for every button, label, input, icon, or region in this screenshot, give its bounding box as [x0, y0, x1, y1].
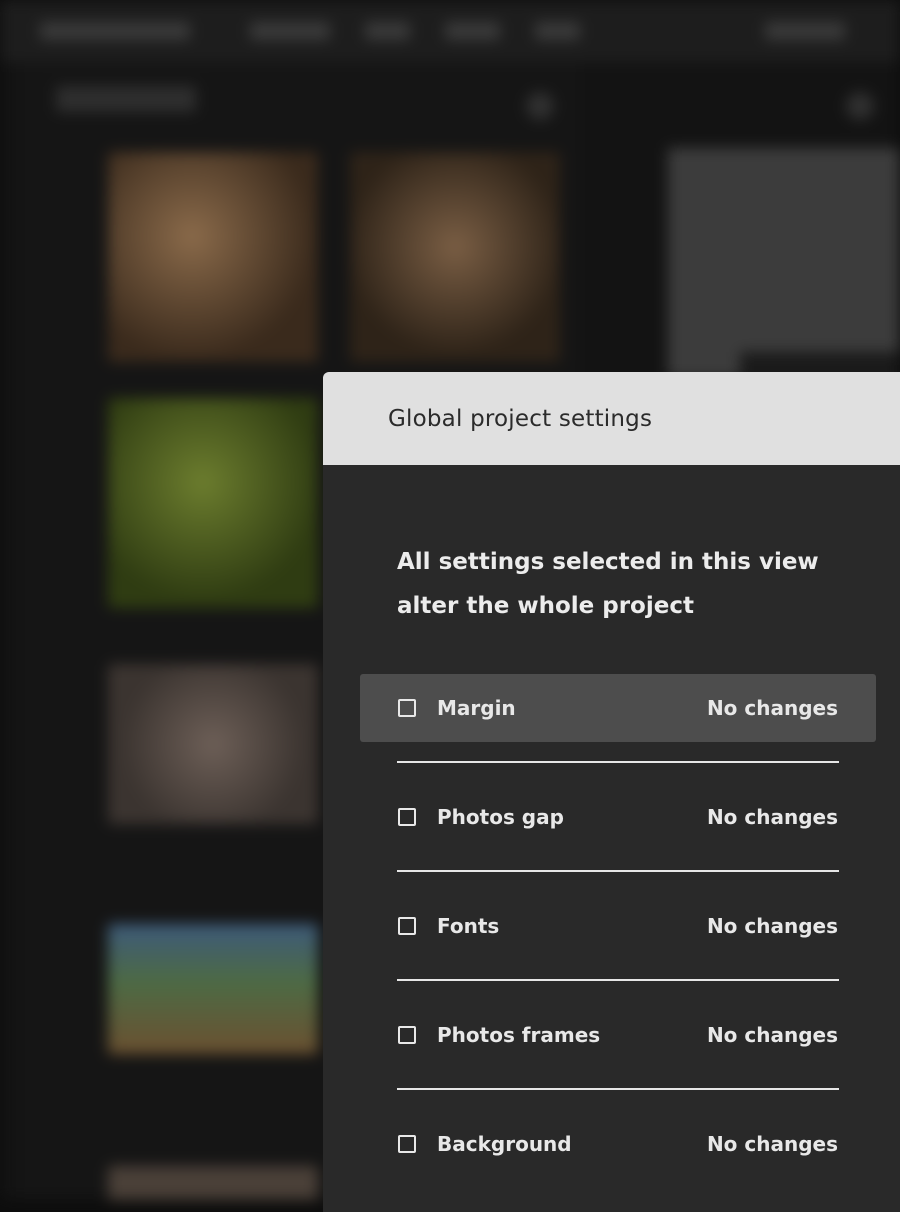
setting-label: Photos gap [437, 805, 564, 829]
photos-frames-checkbox[interactable] [398, 1026, 416, 1044]
background-menu-placeholder [765, 22, 845, 40]
background-photo-thumbnail [108, 1166, 318, 1200]
setting-status: No changes [706, 696, 838, 720]
setting-row-background[interactable]: Background No changes [360, 1110, 876, 1178]
background-top-bar [0, 0, 900, 62]
fonts-checkbox[interactable] [398, 917, 416, 935]
background-menu-placeholder [535, 22, 580, 40]
setting-status: No changes [706, 1132, 838, 1156]
background-icon [846, 92, 874, 120]
background-menu-placeholder [40, 22, 190, 40]
setting-label: Photos frames [437, 1023, 601, 1047]
modal-header: Global project settings [323, 372, 900, 465]
setting-label: Margin [437, 696, 516, 720]
photos-gap-checkbox[interactable] [398, 808, 416, 826]
setting-row-photos-frames[interactable]: Photos frames No changes [360, 1001, 876, 1069]
background-photo-thumbnail [108, 924, 318, 1054]
background-photo-thumbnail [108, 664, 318, 824]
setting-status: No changes [706, 914, 838, 938]
setting-label: Background [437, 1132, 572, 1156]
modal-title: Global project settings [388, 405, 653, 432]
background-menu-placeholder [250, 22, 330, 40]
background-icon [526, 92, 554, 120]
background-menu-placeholder [365, 22, 410, 40]
background-photo-thumbnail [108, 398, 318, 608]
setting-row-fonts[interactable]: Fonts No changes [360, 892, 876, 960]
setting-row-margin[interactable]: Margin No changes [360, 674, 876, 742]
background-menu-placeholder [445, 22, 500, 40]
background-panel-title [56, 86, 196, 112]
setting-status: No changes [706, 1023, 838, 1047]
setting-label: Fonts [437, 914, 500, 938]
modal-description: All settings selected in this view alter… [397, 549, 819, 619]
background-checkbox[interactable] [398, 1135, 416, 1153]
setting-row-photos-gap[interactable]: Photos gap No changes [360, 783, 876, 851]
background-page-preview [668, 148, 900, 378]
background-photo-thumbnail [108, 152, 318, 362]
margin-checkbox[interactable] [398, 699, 416, 717]
background-photo-thumbnail [350, 152, 560, 362]
setting-status: No changes [706, 805, 838, 829]
settings-list: Margin No changes Photos gap No changes … [360, 674, 876, 1178]
global-settings-modal: Global project settings All settings sel… [323, 372, 900, 1212]
